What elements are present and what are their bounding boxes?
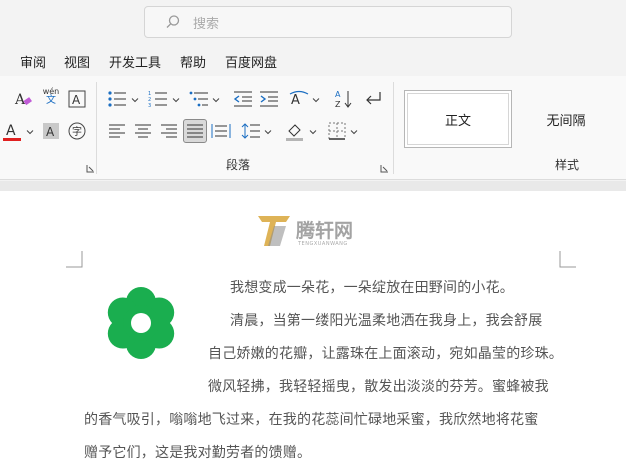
align-left-icon[interactable] <box>106 120 128 142</box>
chevron-down-icon[interactable] <box>212 96 220 104</box>
paragraph-line: 赠予它们，这是我对勤劳者的馈赠。 <box>84 445 312 461</box>
chevron-down-icon[interactable] <box>309 128 317 136</box>
logo-text: 腾轩网 <box>296 220 354 242</box>
borders-icon[interactable] <box>326 120 348 142</box>
margin-corner-mark <box>66 251 83 268</box>
title-bar: 搜索 <box>0 0 626 46</box>
group-separator <box>96 82 97 174</box>
svg-text:A: A <box>6 123 16 139</box>
clear-formatting-icon[interactable]: A <box>12 88 34 110</box>
logo-mark-icon <box>258 216 290 246</box>
paragraph-line: 微风轻拂，我轻轻摇曳，散发出淡淡的芬芳。蜜蜂被我 <box>208 379 549 395</box>
svg-text:A: A <box>14 92 26 108</box>
font-dialog-launcher-icon[interactable] <box>86 164 95 173</box>
line-spacing-icon[interactable] <box>240 120 262 142</box>
style-normal[interactable]: 正文 <box>404 90 512 148</box>
svg-text:A: A <box>335 90 341 99</box>
sort-icon[interactable]: AZ <box>333 88 355 110</box>
enclose-characters-icon[interactable]: 字 <box>66 120 88 142</box>
tab-view[interactable]: 视图 <box>64 52 90 71</box>
paragraph-line: 的香气吸引，嗡嗡地飞过来，在我的花蕊间忙碌地采蜜，我欣然地将花蜜 <box>84 412 539 428</box>
align-center-icon[interactable] <box>132 120 154 142</box>
character-border-icon[interactable]: A <box>66 88 88 110</box>
tab-developer[interactable]: 开发工具 <box>109 52 161 71</box>
chevron-down-icon[interactable] <box>350 128 358 136</box>
search-icon <box>166 15 180 28</box>
tab-help[interactable]: 帮助 <box>180 52 206 71</box>
phonetic-guide-button[interactable]: wén 文 <box>40 86 62 108</box>
justify-icon <box>187 124 203 138</box>
increase-indent-icon[interactable] <box>258 88 280 110</box>
search-placeholder: 搜索 <box>193 17 220 32</box>
logo-subtext: TENGXUANWANG <box>298 241 348 247</box>
styles-group-label: 样式 <box>555 158 580 172</box>
justify-button[interactable] <box>183 119 207 143</box>
svg-text:Z: Z <box>335 100 341 109</box>
paragraph-group-label: 段落 <box>226 158 251 172</box>
ribbon: A wén 文 A A A 字 123 A AZ 段落 正文 无间隔 样式 <box>0 76 626 180</box>
svg-text:A: A <box>46 125 55 139</box>
paragraph-line: 我想变成一朵花，一朵绽放在田野间的小花。 <box>230 280 514 296</box>
paragraph-dialog-launcher-icon[interactable] <box>380 164 389 173</box>
logo-watermark: 腾轩网 TENGXUANWANG <box>256 212 366 252</box>
margin-corner-mark <box>559 251 576 268</box>
chevron-down-icon[interactable] <box>131 96 139 104</box>
tab-review[interactable]: 审阅 <box>20 52 46 71</box>
distributed-align-icon[interactable] <box>210 120 232 142</box>
group-separator <box>393 82 394 174</box>
shading-icon[interactable] <box>284 120 306 142</box>
svg-text:字: 字 <box>72 125 82 138</box>
chevron-down-icon[interactable] <box>172 96 180 104</box>
menu-bar: 审阅 视图 开发工具 帮助 百度网盘 <box>0 48 626 74</box>
show-paragraph-marks-icon[interactable] <box>362 88 384 110</box>
multilevel-list-icon[interactable] <box>188 88 210 110</box>
bullets-icon[interactable] <box>106 88 128 110</box>
chevron-down-icon[interactable] <box>312 96 320 104</box>
svg-text:3: 3 <box>148 103 151 108</box>
search-box[interactable]: 搜索 <box>144 6 512 38</box>
asian-layout-icon[interactable]: A <box>288 88 310 110</box>
svg-text:A: A <box>291 93 300 108</box>
flower-icon[interactable] <box>100 282 182 364</box>
align-right-icon[interactable] <box>158 120 180 142</box>
chevron-down-icon[interactable] <box>264 128 272 136</box>
paragraph-line: 清晨，当第一缕阳光温柔地洒在我身上，我会舒展 <box>230 313 543 329</box>
chevron-down-icon[interactable] <box>26 128 34 136</box>
paragraph-line: 自己娇嫩的花瓣，让露珠在上面滚动，宛如晶莹的珍珠。 <box>208 346 563 362</box>
font-color-icon[interactable]: A <box>2 120 24 142</box>
style-no-spacing[interactable]: 无间隔 <box>514 90 618 148</box>
numbering-icon[interactable]: 123 <box>147 88 169 110</box>
tab-baidu-netdisk[interactable]: 百度网盘 <box>225 52 277 71</box>
svg-text:A: A <box>72 93 81 107</box>
phonetic-bottom: 文 <box>46 95 56 106</box>
decrease-indent-icon[interactable] <box>232 88 254 110</box>
character-shading-icon[interactable]: A <box>40 120 62 142</box>
